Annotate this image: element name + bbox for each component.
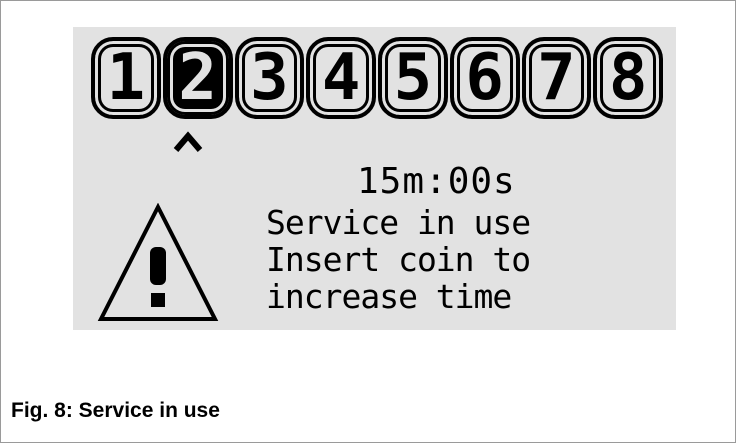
slot-6[interactable]: 6 (449, 37, 520, 119)
remaining-time: 15m:00s (357, 161, 516, 202)
slot-7[interactable]: 7 (521, 37, 592, 119)
lcd-display: 1 2 3 4 5 6 7 8 15m:00s Service in use I… (73, 27, 676, 330)
message-line-2: Insert coin to (266, 240, 531, 279)
message-line-3: increase time (266, 277, 512, 316)
slot-5[interactable]: 5 (378, 37, 448, 119)
slot-3[interactable]: 3 (234, 37, 305, 119)
message-line-1: Service in use (266, 203, 531, 242)
slot-4[interactable]: 4 (306, 37, 376, 119)
slot-8[interactable]: 8 (593, 37, 663, 119)
slot-2-selected[interactable]: 2 (162, 37, 233, 119)
warning-triangle-icon (97, 203, 219, 321)
status-message: Service in use Insert coin to increase t… (266, 204, 556, 315)
figure-caption: Fig. 8: Service in use (11, 399, 220, 422)
slot-selector: 1 2 3 4 5 6 7 8 (91, 37, 663, 125)
caret-up-icon (173, 131, 203, 152)
figure-frame: 1 2 3 4 5 6 7 8 15m:00s Service in use I… (0, 0, 736, 443)
slot-1[interactable]: 1 (91, 37, 161, 119)
